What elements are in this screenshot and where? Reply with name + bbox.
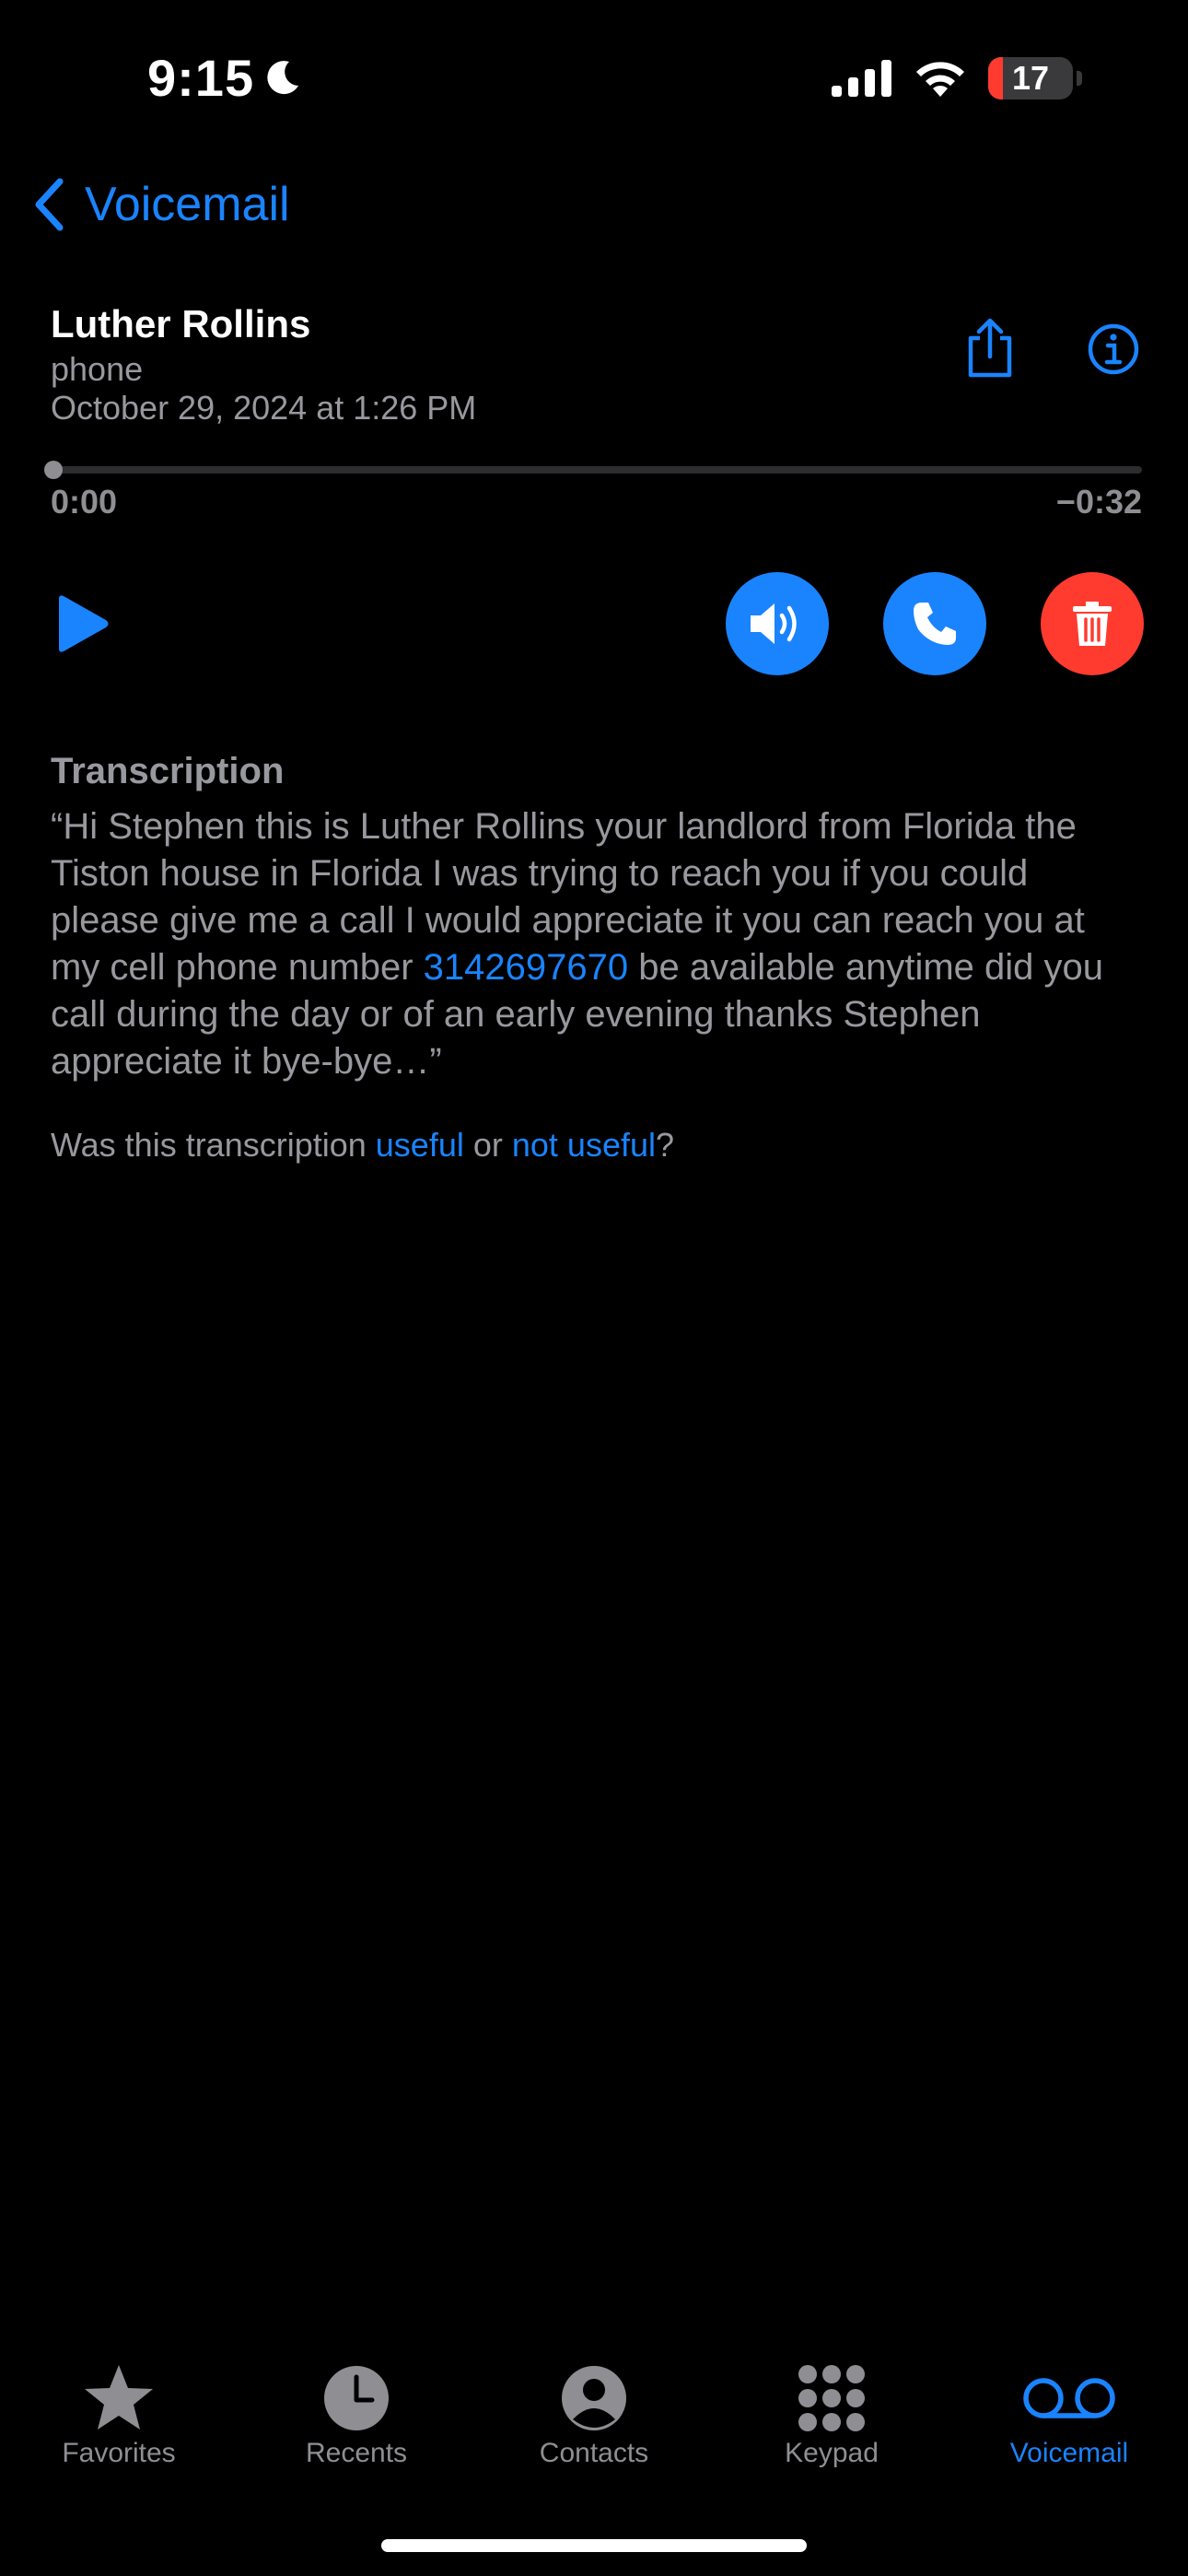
useful-link[interactable]: useful — [376, 1126, 464, 1164]
remaining-time: −0:32 — [1055, 483, 1142, 521]
tab-recents[interactable]: Recents — [238, 2359, 475, 2488]
voicemail-icon — [1021, 2359, 1117, 2438]
battery-indicator: 17 — [988, 57, 1073, 100]
battery-level: 17 — [1011, 59, 1050, 97]
person-circle-icon — [560, 2359, 628, 2438]
clock-icon — [322, 2359, 390, 2438]
transcription-phone-link[interactable]: 3142697670 — [424, 947, 628, 988]
tab-bar: Favorites Recents Contacts Keypad Voicem… — [0, 2359, 1188, 2488]
feedback-suffix: ? — [656, 1126, 675, 1164]
tab-voicemail[interactable]: Voicemail — [950, 2359, 1188, 2488]
tab-contacts-label: Contacts — [539, 2438, 649, 2468]
moon-icon — [267, 60, 299, 94]
tab-contacts[interactable]: Contacts — [475, 2359, 713, 2488]
speaker-button[interactable] — [726, 572, 829, 675]
tab-favorites-label: Favorites — [62, 2438, 176, 2468]
info-button[interactable] — [1087, 322, 1140, 381]
share-icon — [968, 318, 1012, 378]
wifi-icon — [916, 62, 964, 97]
tab-favorites[interactable]: Favorites — [0, 2359, 238, 2488]
star-icon — [82, 2359, 156, 2438]
keypad-icon — [797, 2359, 867, 2438]
play-icon — [59, 595, 109, 652]
play-button[interactable] — [55, 593, 111, 659]
transcription-heading: Transcription — [51, 751, 285, 791]
chevron-left-icon — [35, 178, 64, 231]
voicemail-date: October 29, 2024 at 1:26 PM — [51, 389, 477, 427]
home-indicator[interactable] — [381, 2539, 807, 2552]
feedback-prefix: Was this transcription — [51, 1126, 376, 1164]
transcription-text: “Hi Stephen this is Luther Rollins your … — [51, 803, 1137, 1085]
caller-name: Luther Rollins — [51, 302, 311, 345]
elapsed-time: 0:00 — [51, 483, 118, 521]
phone-icon — [914, 603, 956, 645]
status-time-label: 9:15 — [147, 49, 255, 107]
not-useful-link[interactable]: not useful — [512, 1126, 656, 1164]
share-button[interactable] — [963, 318, 1017, 383]
speaker-icon — [751, 603, 797, 644]
back-button-label: Voicemail — [85, 178, 290, 231]
info-icon — [1088, 323, 1139, 375]
battery-nub — [1077, 71, 1082, 86]
tab-keypad[interactable]: Keypad — [713, 2359, 950, 2488]
tab-voicemail-label: Voicemail — [1009, 2438, 1129, 2468]
caller-number-label: phone — [51, 350, 144, 388]
call-back-button[interactable] — [883, 572, 986, 675]
back-button[interactable]: Voicemail — [33, 177, 290, 232]
status-indicators: 17 — [832, 57, 1082, 100]
playback-scrubber[interactable] — [51, 466, 1142, 474]
trash-icon — [1073, 602, 1112, 646]
feedback-or: or — [463, 1126, 512, 1164]
tab-recents-label: Recents — [305, 2438, 408, 2468]
status-time: 9:15 — [147, 48, 302, 108]
transcription-feedback: Was this transcription useful or not use… — [51, 1126, 674, 1165]
scrubber-handle[interactable] — [44, 461, 63, 479]
tab-keypad-label: Keypad — [785, 2438, 879, 2468]
delete-button[interactable] — [1041, 572, 1144, 675]
cellular-signal-icon — [832, 60, 891, 97]
battery-fill — [988, 57, 1003, 100]
